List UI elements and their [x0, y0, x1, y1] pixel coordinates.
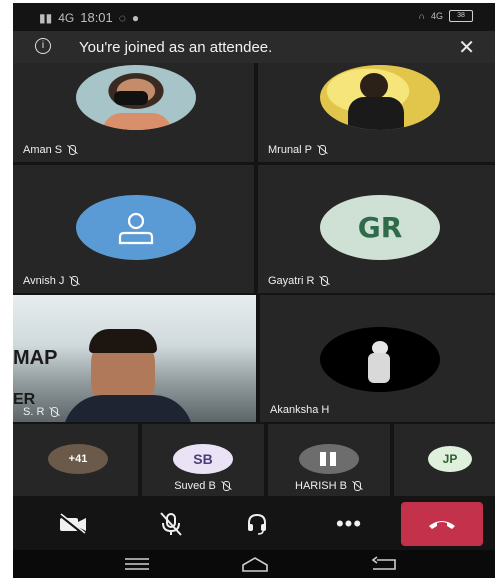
participant-tile-mrunal[interactable]: Mrunal P	[258, 63, 495, 162]
system-nav-bar	[13, 550, 495, 578]
initials-avatar: GR	[320, 195, 440, 260]
participant-name: Mrunal P	[268, 144, 328, 156]
avatar	[320, 327, 440, 392]
phone-hangup-icon	[429, 521, 455, 529]
info-icon: i	[35, 38, 51, 54]
avatar	[320, 65, 440, 130]
mic-off-icon	[48, 407, 60, 417]
network-type: 4G	[58, 10, 75, 25]
participant-tile-avnish[interactable]: Avnish J	[13, 165, 254, 293]
participant-name: Gayatri R	[268, 275, 330, 287]
overflow-participants-tile[interactable]: +41	[13, 424, 138, 496]
whatsapp-icon: ◌	[118, 10, 126, 25]
pause-bar-left	[320, 452, 326, 466]
figure-body	[368, 353, 390, 383]
person-icon	[118, 212, 154, 244]
mask-shape	[114, 91, 148, 105]
initials-avatar: JP	[428, 446, 472, 472]
participant-tile-aman[interactable]: Aman S	[13, 63, 254, 162]
avatar	[76, 65, 196, 130]
audio-button[interactable]	[231, 504, 283, 544]
mic-toggle-button[interactable]	[145, 504, 197, 544]
overlay-text: MAP	[13, 347, 58, 369]
participant-name: Suved B	[142, 480, 264, 492]
participant-tile-harish[interactable]: HARISH B	[268, 424, 390, 496]
headset-icon	[248, 513, 266, 535]
participant-name: HARISH B	[268, 480, 390, 492]
participant-name-text: Akanksha H	[270, 404, 330, 416]
menu-icon	[125, 558, 149, 570]
network-type-right: 4G	[430, 11, 443, 21]
initials-avatar: SB	[173, 444, 233, 474]
menu-nav-button[interactable]	[121, 555, 153, 573]
mic-off-icon	[318, 276, 330, 286]
mic-off-icon	[220, 481, 232, 491]
avatar-default	[76, 195, 196, 260]
more-options-button[interactable]: •••	[323, 504, 375, 544]
call-controls: •••	[13, 498, 495, 550]
participant-name-text: HARISH B	[295, 480, 347, 492]
mic-off-icon	[351, 481, 363, 491]
close-banner-button[interactable]: ✕	[458, 35, 475, 60]
battery-icon: 38	[449, 10, 473, 22]
participant-name: S. R	[23, 406, 60, 418]
attendee-banner: i You're joined as an attendee. ✕	[13, 31, 495, 63]
participant-tile-suved[interactable]: SB Suved B	[142, 424, 264, 496]
shirt-shape	[63, 395, 193, 422]
banner-message: You're joined as an attendee.	[79, 39, 273, 56]
participant-name-text: S. R	[23, 406, 45, 418]
participant-name: Akanksha H	[270, 404, 329, 416]
pause-bar-right	[330, 452, 336, 466]
overflow-count: +41	[48, 444, 108, 474]
participant-name-text: Avnish J	[23, 275, 65, 287]
participant-name-text: Suved B	[174, 480, 216, 492]
camera-off-icon	[59, 513, 86, 535]
participant-name: Avnish J	[23, 275, 80, 287]
mic-off-icon	[160, 512, 182, 536]
sync-icon: ●	[131, 10, 140, 25]
back-nav-button[interactable]	[369, 555, 401, 573]
headphones-icon: ∩	[418, 11, 425, 21]
more-icon: •••	[335, 511, 363, 536]
signal-icon: ▮▮	[39, 10, 53, 25]
status-bar: ▮▮ 4G 18:01 ◌ ● ∩ 4G 38	[13, 3, 495, 31]
participant-name: Aman S	[23, 144, 78, 156]
participant-tile-gayatri[interactable]: GR Gayatri R	[258, 165, 495, 293]
mic-off-icon	[68, 276, 80, 286]
phone-screen: ▮▮ 4G 18:01 ◌ ● ∩ 4G 38 i You're joined …	[13, 3, 495, 578]
camera-toggle-button[interactable]	[47, 504, 99, 544]
participant-video-sr[interactable]: MAP ER S. R	[13, 295, 256, 422]
mic-off-icon	[66, 145, 78, 155]
participant-name-text: Gayatri R	[268, 275, 315, 287]
home-nav-button[interactable]	[239, 555, 271, 573]
participant-name-text: Mrunal P	[268, 144, 313, 156]
hair-shape	[89, 329, 157, 353]
shirt-shape	[102, 113, 172, 130]
back-icon	[371, 556, 396, 570]
participant-name-text: Aman S	[23, 144, 63, 156]
participant-tile-jp[interactable]: JP	[394, 424, 495, 496]
avatar	[299, 444, 359, 474]
status-time: 18:01	[80, 10, 113, 25]
mic-off-icon	[316, 145, 328, 155]
head-shape	[360, 73, 388, 99]
participant-tile-akanksha[interactable]: Akanksha H	[260, 295, 495, 422]
hang-up-button[interactable]	[401, 502, 483, 546]
home-icon	[242, 557, 268, 572]
body-shape	[348, 97, 404, 130]
